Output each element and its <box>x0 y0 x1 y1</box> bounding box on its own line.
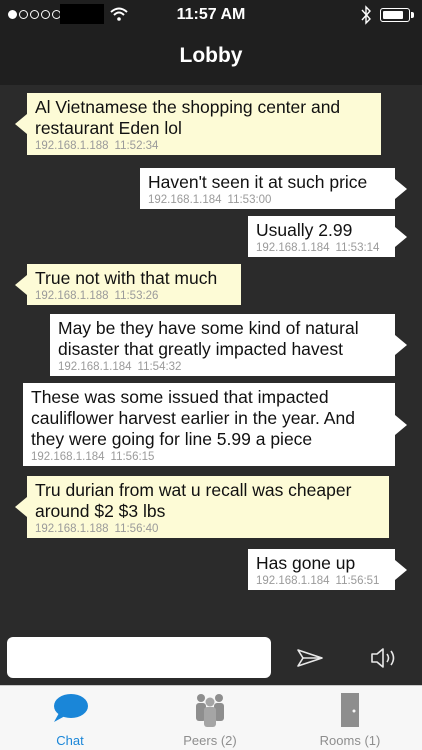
battery-icon <box>380 8 414 22</box>
message-ip: 192.168.1.188 <box>35 140 109 152</box>
message-ip: 192.168.1.188 <box>35 290 109 302</box>
status-bar: 11:57 AM <box>0 0 422 30</box>
message-bubble[interactable]: Usually 2.99 192.168.1.184 11:53:14 <box>248 216 407 257</box>
message-text: Haven't seen it at such price <box>148 172 368 192</box>
status-time: 11:57 AM <box>176 6 246 23</box>
message-bubble[interactable]: Haven't seen it at such price 192.168.1.… <box>140 168 407 209</box>
bluetooth-icon <box>361 5 371 25</box>
tab-label: Rooms (1) <box>319 733 381 748</box>
message-text: May be they have some kind of natural di… <box>58 318 359 359</box>
message-ip: 192.168.1.184 <box>58 361 132 373</box>
compose-bar <box>0 630 422 685</box>
message-meta: 192.168.1.188 11:53:26 <box>35 290 233 302</box>
message-ip: 192.168.1.184 <box>256 575 330 587</box>
message-bubble[interactable]: Has gone up 192.168.1.184 11:56:51 <box>248 549 407 590</box>
message-bubble[interactable]: These was some issued that impacted caul… <box>23 383 407 466</box>
message-ip: 192.168.1.188 <box>35 523 109 535</box>
message-meta: 192.168.1.184 11:53:14 <box>256 242 387 254</box>
message-meta: 192.168.1.184 11:56:51 <box>256 575 387 587</box>
message-text: Tru durian from wat u recall was cheaper… <box>35 480 352 521</box>
send-icon <box>297 648 323 667</box>
message-bubble[interactable]: Al Vietnamese the shopping center and re… <box>15 93 381 155</box>
message-meta: 192.168.1.184 11:54:32 <box>58 361 387 373</box>
message-time: 11:52:34 <box>114 140 159 152</box>
message-ip: 192.168.1.184 <box>148 194 222 206</box>
message-text: These was some issued that impacted caul… <box>31 387 355 449</box>
message-time: 11:53:26 <box>114 290 159 302</box>
message-time: 11:53:00 <box>227 194 272 206</box>
tab-peers[interactable]: Peers (2) <box>140 686 280 750</box>
door-icon <box>341 693 359 727</box>
peers-icon <box>196 694 224 727</box>
message-meta: 192.168.1.184 11:56:15 <box>31 451 387 463</box>
tab-rooms[interactable]: Rooms (1) <box>280 686 420 750</box>
message-text: Has gone up <box>256 553 356 573</box>
message-list[interactable]: Al Vietnamese the shopping center and re… <box>0 85 422 630</box>
page-title: Lobby <box>179 44 243 67</box>
tab-label: Chat <box>56 733 84 748</box>
speaker-icon <box>371 647 395 668</box>
message-meta: 192.168.1.188 11:56:40 <box>35 523 381 535</box>
message-ip: 192.168.1.184 <box>31 451 105 463</box>
tab-label: Peers (2) <box>183 733 237 748</box>
message-time: 11:56:15 <box>110 451 155 463</box>
message-time: 11:56:40 <box>114 523 159 535</box>
message-bubble[interactable]: May be they have some kind of natural di… <box>50 314 407 376</box>
message-text: True not with that much <box>35 268 218 288</box>
send-button[interactable] <box>275 637 345 678</box>
voice-button[interactable] <box>350 637 420 678</box>
message-meta: 192.168.1.188 11:52:34 <box>35 140 373 152</box>
message-time: 11:53:14 <box>335 242 380 254</box>
message-ip: 192.168.1.184 <box>256 242 330 254</box>
tab-chat[interactable]: Chat <box>0 686 140 750</box>
message-text: Usually 2.99 <box>256 220 353 240</box>
message-input[interactable] <box>7 637 271 678</box>
message-time: 11:56:51 <box>335 575 380 587</box>
chat-bubble-icon <box>54 694 88 722</box>
message-bubble[interactable]: True not with that much 192.168.1.188 11:… <box>15 264 241 305</box>
nav-bar: Lobby <box>0 30 422 85</box>
message-bubble[interactable]: Tru durian from wat u recall was cheaper… <box>15 476 389 538</box>
message-time: 11:54:32 <box>137 361 182 373</box>
message-text: Al Vietnamese the shopping center and re… <box>35 97 341 138</box>
message-meta: 192.168.1.184 11:53:00 <box>148 194 387 206</box>
tab-bar: Chat Peers (2) Rooms (1) <box>0 685 422 750</box>
